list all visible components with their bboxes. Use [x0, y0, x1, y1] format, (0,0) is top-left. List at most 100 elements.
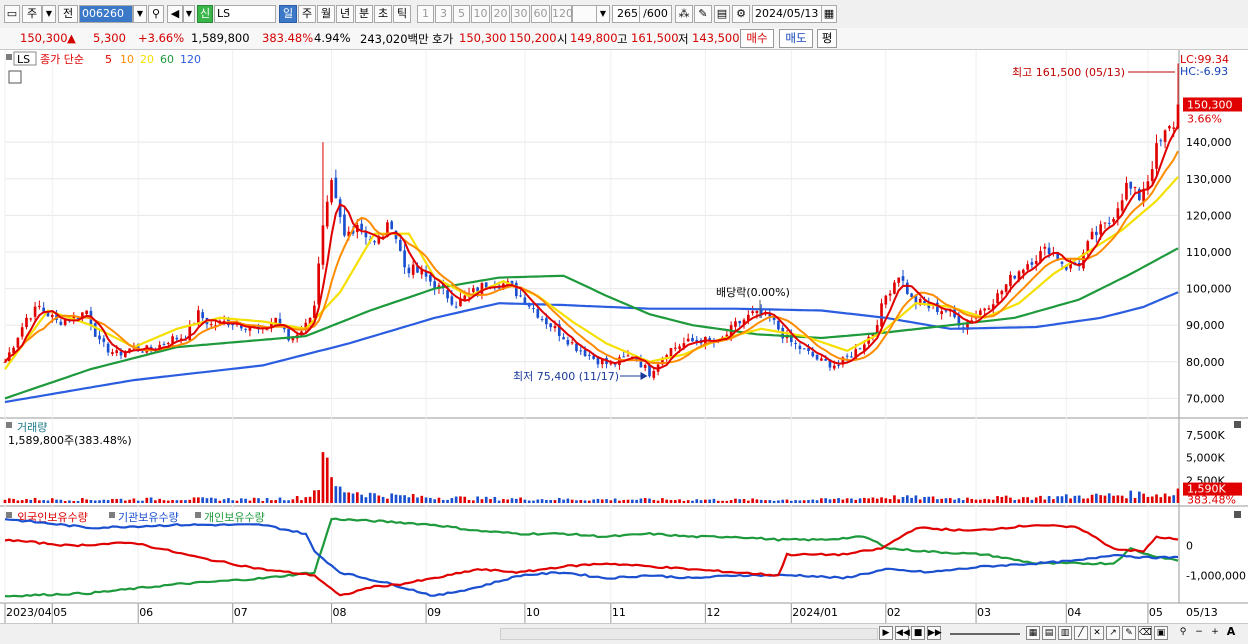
forward-icon[interactable]: ▶▶: [927, 626, 942, 640]
zoom-slider[interactable]: [950, 633, 1020, 635]
line-tool-icon[interactable]: ╱: [1074, 626, 1088, 640]
volume-bar: [489, 499, 492, 503]
multiplier-button-20[interactable]: 20: [491, 5, 510, 23]
x-tick-label: 02: [887, 606, 901, 619]
candle-body: [905, 282, 909, 294]
volume-bar: [394, 494, 398, 503]
cross-tool-icon[interactable]: ✕: [1090, 626, 1104, 640]
scroll-track[interactable]: [500, 628, 878, 640]
candle-body: [166, 343, 170, 345]
gear-icon[interactable]: ⚙: [732, 5, 750, 23]
custom-period-field[interactable]: [572, 5, 598, 23]
market-type-dropdown-icon[interactable]: ▼: [42, 5, 56, 23]
date-input[interactable]: 2024/05/13: [752, 5, 822, 23]
candle-body: [858, 348, 862, 350]
multiplier-button-60[interactable]: 60: [531, 5, 550, 23]
zoom-out-button[interactable]: −: [1192, 626, 1206, 640]
candle-body: [592, 355, 595, 359]
individual-holdings-line: [4, 517, 1179, 598]
volume-bar: [673, 500, 677, 503]
search-icon[interactable]: ⚲: [148, 5, 164, 23]
volume-bar: [764, 500, 767, 503]
volume-bar: [716, 500, 720, 503]
volume-ratio: 383.48%: [262, 31, 314, 45]
custom-period-dropdown-icon[interactable]: ▼: [596, 5, 610, 23]
period-button-6[interactable]: 틱: [393, 5, 411, 23]
trend-tool-icon[interactable]: ↗: [1106, 626, 1120, 640]
volume-bar: [497, 500, 501, 503]
rewind-icon[interactable]: ◀◀: [895, 626, 910, 640]
volume-bar: [991, 499, 995, 503]
grid-icon[interactable]: ▦: [1026, 626, 1040, 640]
multiplier-button-1[interactable]: 1: [417, 5, 434, 23]
font-size-button[interactable]: A: [1224, 626, 1238, 640]
volume-bar: [454, 496, 458, 503]
category-select[interactable]: 전: [58, 5, 78, 23]
speaker-dropdown-icon[interactable]: ▼: [183, 5, 195, 23]
period-button-3[interactable]: 년: [336, 5, 354, 23]
volume-bar: [979, 499, 982, 503]
candle-body: [532, 308, 535, 310]
volume-bar: [669, 499, 673, 503]
candle-body: [446, 290, 449, 299]
price-y-tick-label: 140,000: [1186, 136, 1232, 149]
volume-bar: [115, 499, 119, 503]
volume-bar: [356, 492, 359, 503]
volume-bar: [248, 500, 252, 503]
low-label: 저: [678, 32, 689, 46]
indicator-icon[interactable]: ⁂: [675, 5, 693, 23]
candle-body: [609, 363, 613, 365]
code-dropdown-icon[interactable]: ▼: [133, 5, 147, 23]
stop-icon[interactable]: ■: [911, 626, 925, 640]
volume-panel-close-icon: [1234, 421, 1241, 428]
volume-bar: [914, 495, 918, 503]
eval-button[interactable]: 평: [817, 29, 837, 48]
volume-title: 거래량: [17, 421, 47, 434]
up-arrow-icon: ▲: [67, 31, 76, 45]
volume-bar: [1052, 499, 1055, 503]
count-input[interactable]: 265: [612, 5, 640, 23]
candle-body: [29, 318, 33, 320]
multiplier-button-5[interactable]: 5: [453, 5, 470, 23]
image-icon[interactable]: ▣: [1154, 626, 1168, 640]
period-button-5[interactable]: 초: [374, 5, 392, 23]
buy-button[interactable]: 매수: [740, 29, 774, 48]
multiplier-button-120[interactable]: 120: [551, 5, 573, 23]
volume-y-tick-label: 7,500K: [1186, 429, 1225, 442]
volume-bar: [1034, 497, 1038, 503]
volume-value: 1,589,800: [191, 31, 250, 45]
drawing-icon[interactable]: ✎: [694, 5, 712, 23]
sell-button[interactable]: 매도: [779, 29, 813, 48]
copy-icon[interactable]: ▤: [1042, 626, 1056, 640]
period-button-0[interactable]: 일: [279, 5, 297, 23]
candle-body: [343, 214, 346, 236]
multiplier-button-10[interactable]: 10: [471, 5, 490, 23]
table-icon[interactable]: ▥: [1058, 626, 1072, 640]
magnifier-icon[interactable]: ⚲: [1176, 626, 1190, 640]
pen-tool-icon[interactable]: ✎: [1122, 626, 1136, 640]
volume-bar: [321, 452, 325, 503]
eraser-icon[interactable]: ⌫: [1138, 626, 1152, 640]
volume-bar: [639, 498, 643, 503]
market-type-select[interactable]: 주: [22, 5, 42, 23]
speaker-icon[interactable]: ◀: [167, 5, 183, 23]
zoom-in-button[interactable]: +: [1208, 626, 1222, 640]
candle-body: [734, 321, 737, 327]
save-icon[interactable]: ▤: [714, 5, 730, 23]
code-input[interactable]: 006260: [79, 5, 133, 23]
period-button-1[interactable]: 주: [298, 5, 316, 23]
period-button-2[interactable]: 월: [317, 5, 335, 23]
volume-bar: [265, 498, 269, 503]
volume-bar: [828, 499, 832, 503]
stock-name-field[interactable]: LS: [214, 5, 276, 23]
calendar-icon[interactable]: ▦: [821, 5, 837, 23]
price-change: 5,300: [93, 31, 126, 45]
multiplier-button-30[interactable]: 30: [511, 5, 530, 23]
window-icon[interactable]: ▭: [4, 5, 20, 23]
scroll-right-icon[interactable]: ▶: [879, 626, 893, 640]
volume-bar: [785, 499, 789, 503]
volume-bar: [459, 496, 462, 503]
multiplier-button-3[interactable]: 3: [435, 5, 452, 23]
legend-ma-60: 60: [160, 53, 174, 66]
period-button-4[interactable]: 분: [355, 5, 373, 23]
